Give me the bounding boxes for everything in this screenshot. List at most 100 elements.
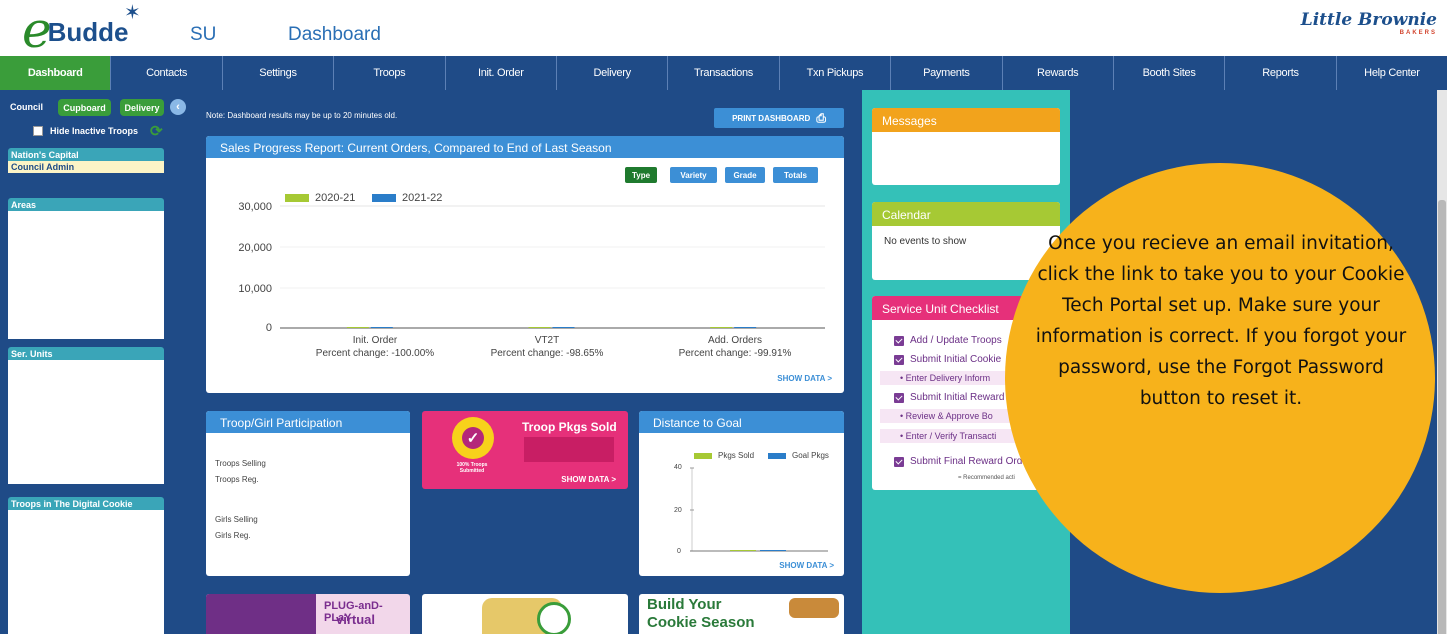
checkbox-checked-icon[interactable] <box>894 354 904 365</box>
pkgs-sold-title: Troop Pkgs Sold <box>522 420 617 434</box>
participation-card: Troop/Girl Participation <box>206 411 410 576</box>
y-tick: 40 <box>674 464 682 471</box>
calendar-title: Calendar <box>872 202 1060 226</box>
ebudde-logo[interactable]: e Budde <box>22 2 129 55</box>
hide-inactive-checkbox[interactable] <box>33 126 43 136</box>
checklist-item-label: Submit Initial Cookie <box>910 354 1002 365</box>
checklist-item-label: Submit Final Reward Ord <box>910 456 1023 467</box>
print-dashboard-button[interactable]: PRINT DASHBOARD ⎙ <box>714 108 844 128</box>
areas-list[interactable] <box>8 211 164 339</box>
checklist-item[interactable]: Submit Initial Cookie <box>894 354 1001 365</box>
totals-button[interactable]: Totals <box>773 167 818 183</box>
ser-units-list[interactable] <box>8 360 164 484</box>
nav-troops[interactable]: Troops <box>334 56 446 90</box>
bar-Pkgs Sold[interactable] <box>730 550 756 551</box>
checkbox-checked-icon[interactable] <box>894 392 904 403</box>
grade-button[interactable]: Grade <box>725 167 765 183</box>
type-button[interactable]: Type <box>625 167 657 183</box>
legend-swatch <box>694 452 712 459</box>
checklist-item[interactable]: Add / Update Troops <box>894 335 1002 346</box>
logo-word: Budde <box>47 17 129 47</box>
checklist-item-label: Add / Update Troops <box>910 335 1002 346</box>
checklist-item-label: Enter Delivery Inform <box>905 373 991 383</box>
panel-troops-digital: Troops in The Digital Cookie <box>8 497 164 634</box>
bar-2021-22-VT2T[interactable] <box>552 327 575 328</box>
category-note: Percent change: -98.65% <box>490 348 604 359</box>
nav-rewards[interactable]: Rewards <box>1003 56 1114 90</box>
build-text-2: Cookie Season <box>647 614 755 631</box>
print-label: PRINT DASHBOARD <box>732 113 811 123</box>
brand-sub: BAKERS <box>1399 30 1437 36</box>
panel-header: Nation's Capital <box>8 148 164 161</box>
nav-payments[interactable]: Payments <box>891 56 1003 90</box>
troops-selling-label: Troops Selling <box>215 459 266 468</box>
nav-settings[interactable]: Settings <box>223 56 335 90</box>
plug-and-play-banner[interactable]: PLUG-anD-PLaY virtual <box>206 594 410 634</box>
main-nav: Dashboard Contacts Settings Troops Init.… <box>0 56 1447 90</box>
check-icon: ✓ <box>462 427 484 449</box>
panel-header: Areas <box>8 198 164 211</box>
y-tick: 0 <box>677 548 681 555</box>
troops-digital-list[interactable] <box>8 510 164 634</box>
pkgs-sold-card: ✓ 100% Troops Submitted Troop Pkgs Sold … <box>422 411 628 489</box>
build-season-banner[interactable]: Build Your Cookie Season <box>639 594 844 634</box>
recommended-note: = Recommended acti <box>958 475 1015 481</box>
panel-header: Ser. Units <box>8 347 164 360</box>
nav-transactions[interactable]: Transactions <box>668 56 780 90</box>
brand-name: Little Brownie <box>1300 10 1437 30</box>
participation-title: Troop/Girl Participation <box>206 411 410 433</box>
pkgs-show-data-link[interactable]: SHOW DATA > <box>561 475 616 484</box>
bar-2021-22-Add. Orders[interactable] <box>734 327 757 328</box>
collapse-sidebar-icon[interactable]: ‹ <box>170 99 186 115</box>
category-label: VT2T Percent change: -98.65% <box>462 334 632 360</box>
checkbox-checked-icon[interactable] <box>894 456 904 467</box>
checkbox-checked-icon[interactable] <box>894 335 904 346</box>
nav-init-order[interactable]: Init. Order <box>446 56 557 90</box>
nav-delivery[interactable]: Delivery <box>557 56 669 90</box>
vertical-scrollbar[interactable] <box>1437 90 1447 634</box>
app-header: e Budde ✶ SU Dashboard Little Brownie BA… <box>0 0 1447 55</box>
delivery-button[interactable]: Delivery <box>120 99 164 116</box>
legend-label: Pkgs Sold <box>718 451 755 460</box>
cupboard-button[interactable]: Cupboard <box>58 99 111 116</box>
troops-reg-label: Troops Reg. <box>215 475 259 484</box>
council-label[interactable]: Council <box>10 102 43 112</box>
nav-dashboard[interactable]: Dashboard <box>0 56 112 90</box>
legend-goal-pkgs: Goal Pkgs <box>768 451 829 460</box>
scroll-thumb[interactable] <box>1438 200 1446 634</box>
bar-2021-22-Init. Order[interactable] <box>370 327 393 328</box>
hide-inactive-toggle[interactable]: Hide Inactive Troops <box>33 126 138 136</box>
messages-title: Messages <box>872 108 1060 132</box>
calendar-empty-text: No events to show <box>884 236 967 247</box>
checkmark-badge: ✓ <box>452 417 494 459</box>
nav-txn-pickups[interactable]: Txn Pickups <box>780 56 892 90</box>
nav-reports[interactable]: Reports <box>1225 56 1337 90</box>
distance-show-data-link[interactable]: SHOW DATA > <box>779 561 834 570</box>
refresh-icon[interactable]: ⟳ <box>150 122 163 140</box>
variety-button[interactable]: Variety <box>670 167 717 183</box>
dashboard-note: Note: Dashboard results may be up to 20 … <box>206 111 398 120</box>
bar-2020-21-Add. Orders[interactable] <box>710 327 733 328</box>
nav-help-center[interactable]: Help Center <box>1337 56 1447 90</box>
category-name: Init. Order <box>352 335 398 346</box>
category-note: Percent change: -99.91% <box>678 348 792 359</box>
printer-icon: ⎙ <box>816 110 826 125</box>
sales-show-data-link[interactable]: SHOW DATA > <box>777 374 832 383</box>
bar-2020-21-Init. Order[interactable] <box>346 327 369 328</box>
plug-text-2: virtual <box>336 612 376 627</box>
sales-progress-title: Sales Progress Report: Current Orders, C… <box>206 136 844 158</box>
checklist-item[interactable]: Submit Initial Reward <box>894 392 1004 403</box>
nav-booth-sites[interactable]: Booth Sites <box>1114 56 1226 90</box>
category-name: Add. Orders <box>708 335 762 346</box>
council-admin-item[interactable]: Council Admin <box>8 161 164 173</box>
pkgs-sold-value-box <box>524 437 614 462</box>
bar-Goal Pkgs[interactable] <box>760 550 786 551</box>
nav-contacts[interactable]: Contacts <box>111 56 223 90</box>
info-callout-text: Once you recieve an email invitation, cl… <box>1035 233 1407 409</box>
checklist-item[interactable]: Submit Final Reward Ord <box>894 456 1022 467</box>
cookie-promo-banner[interactable] <box>422 594 628 634</box>
panel-header: Troops in The Digital Cookie <box>8 497 164 510</box>
build-text-1: Build Your <box>647 596 722 613</box>
y-tick: 30,000 <box>238 201 272 213</box>
bar-2020-21-VT2T[interactable] <box>528 327 551 328</box>
